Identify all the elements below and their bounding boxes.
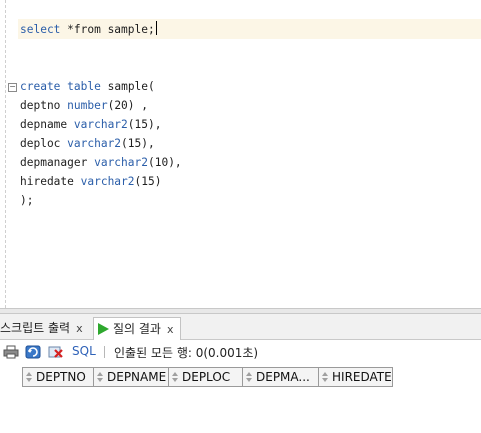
keyword-create: create [20, 80, 61, 93]
code-line-close[interactable]: ); [20, 191, 33, 210]
table-name: sample( [107, 80, 155, 93]
gutter-guide [5, 0, 6, 308]
code-line-select[interactable]: select *from sample; [20, 20, 157, 39]
tab-query-result[interactable]: 질의 결과 x [93, 317, 181, 340]
sort-icon [26, 372, 32, 383]
column-size: (15) [134, 175, 162, 188]
column-type: varchar2 [67, 137, 122, 150]
toolbar-separator [104, 346, 105, 358]
column-type: varchar2 [80, 175, 135, 188]
column-size: (20) , [107, 99, 148, 112]
keyword-select: select [20, 23, 61, 36]
sort-icon [172, 372, 178, 383]
column-header-deploc[interactable]: DEPLOC [168, 367, 243, 387]
code-text: *from sample; [60, 23, 155, 36]
column-name: depmanager [20, 156, 95, 169]
cancel-icon[interactable] [48, 345, 64, 359]
column-type: varchar2 [73, 118, 128, 131]
column-size: (10), [147, 156, 182, 169]
code-line-column[interactable]: depmanager varchar2(10), [20, 153, 182, 172]
column-header-label: DEPTNO [36, 370, 86, 384]
close-icon[interactable]: x [76, 322, 83, 335]
column-header-label: DEPNAME [107, 370, 167, 384]
column-header-deptno[interactable]: DEPTNO [22, 367, 94, 387]
keyword-table: table [67, 80, 101, 93]
column-header-label: DEPMA... [256, 370, 310, 384]
tab-label: 질의 결과 [113, 322, 161, 336]
column-header-label: HIREDATE [332, 370, 392, 384]
column-name: depname [20, 118, 74, 131]
results-toolbar: SQL 인출된 모든 행: 0(0.001초) [0, 340, 481, 364]
tab-script-output[interactable]: 스크립트 출력 x [0, 317, 83, 339]
column-name: deploc [20, 137, 68, 150]
close-icon[interactable]: x [167, 323, 174, 336]
fetch-status: 인출된 모든 행: 0(0.001초) [114, 346, 259, 360]
column-header-depname[interactable]: DEPNAME [93, 367, 169, 387]
printer-icon[interactable] [3, 345, 19, 359]
code-line-column[interactable]: deptno number(20) , [20, 96, 148, 115]
results-tabbar: 스크립트 출력 x 질의 결과 x [0, 314, 481, 340]
sort-icon [97, 372, 103, 383]
column-type: varchar2 [94, 156, 148, 169]
play-icon [98, 323, 109, 335]
column-size: (15), [121, 137, 155, 150]
code-line-column[interactable]: hiredate varchar2(15) [20, 172, 161, 191]
column-name: hiredate [20, 175, 81, 188]
fold-toggle-icon[interactable]: − [8, 83, 17, 92]
column-name: deptno [20, 99, 68, 112]
column-header-label: DEPLOC [182, 370, 231, 384]
column-header-hiredate[interactable]: HIREDATE [318, 367, 393, 387]
column-type: number [67, 99, 108, 112]
code-line-column[interactable]: deploc varchar2(15), [20, 134, 155, 153]
sql-editor[interactable]: select *from sample; − create table samp… [0, 0, 481, 308]
text-caret [155, 21, 157, 35]
code-line-column[interactable]: depname varchar2(15), [20, 115, 161, 134]
refresh-icon[interactable] [25, 345, 41, 359]
sort-icon [322, 372, 328, 383]
tab-label: 스크립트 출력 [0, 321, 71, 335]
code-text: ); [20, 194, 34, 207]
result-grid-header: DEPTNO DEPNAME DEPLOC DEPMA... HIREDATE [22, 367, 393, 387]
column-size: (15), [127, 118, 162, 131]
sql-link[interactable]: SQL [72, 344, 96, 358]
sort-icon [246, 372, 252, 383]
code-line-create[interactable]: create table sample( [20, 77, 155, 96]
column-header-depmanager[interactable]: DEPMA... [242, 367, 319, 387]
